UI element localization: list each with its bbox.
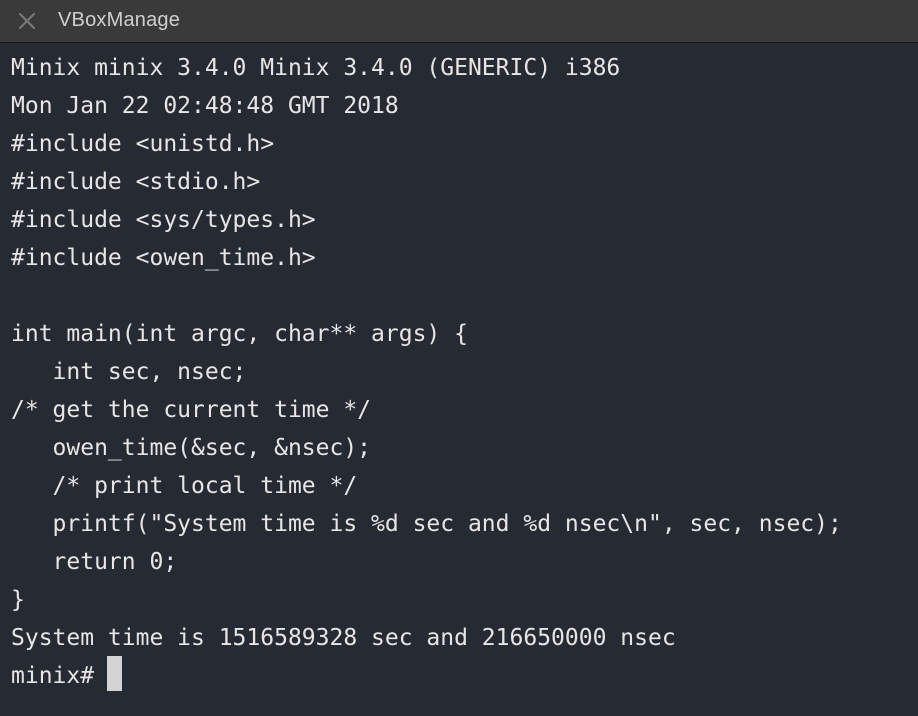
terminal-line: Minix minix 3.4.0 Minix 3.4.0 (GENERIC) … (11, 55, 621, 81)
terminal-output[interactable]: Minix minix 3.4.0 Minix 3.4.0 (GENERIC) … (0, 43, 918, 716)
terminal-line: #include <owen_time.h> (11, 245, 316, 271)
terminal-line: int main(int argc, char** args) { (11, 321, 468, 347)
text-cursor (107, 656, 122, 691)
window-title: VBoxManage (58, 9, 181, 31)
terminal-line: #include <unistd.h> (11, 131, 275, 157)
terminal-line: System time is 1516589328 sec and 216650… (11, 625, 676, 651)
terminal-line: Mon Jan 22 02:48:48 GMT 2018 (11, 93, 399, 119)
terminal-line: printf("System time is %d sec and %d nse… (11, 511, 842, 537)
terminal-window: VBoxManage Minix minix 3.4.0 Minix 3.4.0… (0, 0, 918, 716)
terminal-line: int sec, nsec; (11, 359, 247, 385)
terminal-line: } (11, 587, 25, 613)
terminal-line: #include <stdio.h> (11, 169, 261, 195)
terminal-line: /* print local time */ (11, 473, 358, 499)
title-bar: VBoxManage (0, 0, 918, 43)
terminal-line: owen_time(&sec, &nsec); (11, 435, 372, 461)
close-icon[interactable] (16, 10, 38, 32)
shell-prompt: minix# (11, 663, 108, 689)
terminal-line: return 0; (11, 549, 178, 575)
terminal-line: /* get the current time */ (11, 397, 372, 423)
terminal-line: #include <sys/types.h> (11, 207, 316, 233)
